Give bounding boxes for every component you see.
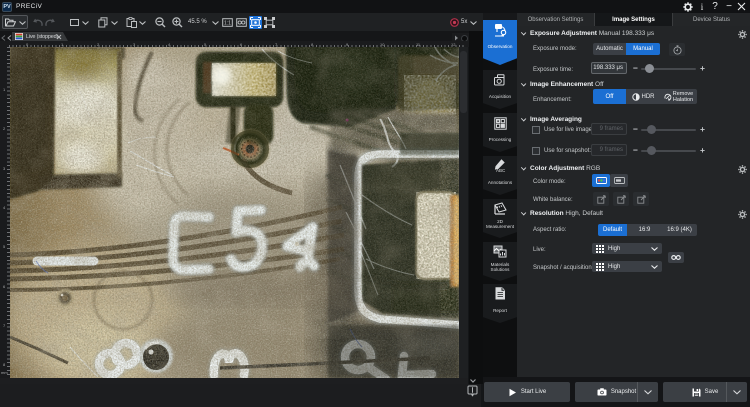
svg-text:ABC: ABC [496,168,506,173]
svg-text:1:1: 1:1 [224,21,231,27]
